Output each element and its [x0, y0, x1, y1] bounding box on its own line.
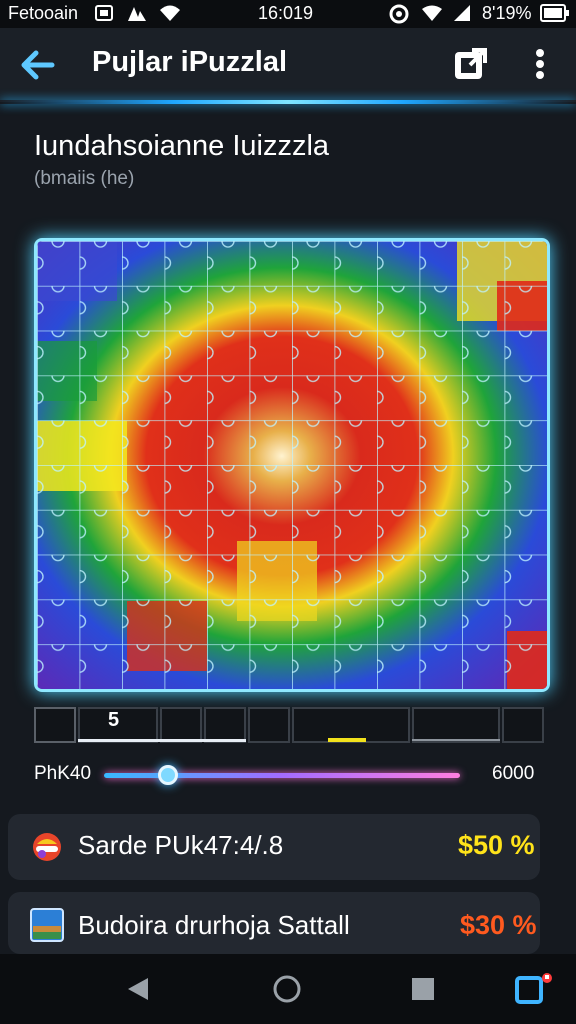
app-title: Pujlar iPuzzlal [92, 46, 287, 78]
difficulty-slider-thumb[interactable] [158, 765, 179, 785]
more-vert-icon[interactable] [530, 46, 550, 87]
data-saver-icon [388, 3, 410, 30]
slider-min-label: PhK40 [34, 763, 92, 784]
list-item-price: $30 % [460, 910, 537, 940]
status-bar: Fetooain 16:019 8'19% [0, 0, 576, 28]
cell-signal-icon [452, 3, 472, 28]
battery-percent: 8'19% [482, 3, 532, 23]
piece-slot[interactable] [248, 707, 290, 743]
piece-slot[interactable] [412, 707, 500, 743]
list-item[interactable]: Sarde PUk47:4/.8 $50 % [8, 814, 540, 880]
screenshot-icon [94, 3, 114, 28]
piece-strip-highlight [328, 738, 366, 742]
battery-icon [540, 4, 570, 27]
header-divider [0, 100, 576, 104]
carrier-label: Fetooain [8, 3, 79, 23]
piece-slot[interactable] [204, 707, 246, 743]
puzzle-brain-icon [30, 830, 64, 869]
list-item-label: Sarde PUk47:4/.8 [78, 830, 284, 860]
nav-back-icon[interactable] [126, 976, 150, 1007]
nav-recents-icon[interactable] [411, 977, 435, 1006]
status-time: 16:019 [258, 3, 314, 23]
puzzle-title: Iundahsoianne Iuizzzla [34, 130, 330, 162]
landscape-thumbnail-icon [30, 908, 64, 947]
piece-strip-underline [412, 739, 500, 741]
piece-count: 5 [108, 709, 120, 731]
slider-max-label: 6000 [492, 763, 535, 784]
piece-slot[interactable] [160, 707, 202, 743]
share-icon[interactable] [452, 46, 488, 87]
puzzle-board[interactable] [34, 238, 550, 692]
back-arrow-icon[interactable] [20, 48, 56, 87]
nav-home-icon[interactable] [272, 974, 302, 1009]
list-item[interactable]: Budoira drurhoja Sattall $30 % [8, 892, 540, 954]
piece-strip-progress [78, 739, 246, 742]
app-bar [0, 28, 576, 102]
piece-slot[interactable] [502, 707, 544, 743]
nav-app-icon[interactable] [514, 970, 554, 1011]
list-item-price: $50 % [458, 830, 535, 860]
puzzle-image [37, 241, 547, 689]
wifi-signal-icon [420, 3, 444, 28]
puzzle-subtitle: (bmaiis (he) [34, 168, 135, 189]
signal-icon [126, 3, 148, 28]
list-item-label: Budoira drurhoja Sattall [78, 910, 350, 940]
wifi-icon [158, 3, 182, 28]
piece-slot[interactable] [34, 707, 76, 743]
